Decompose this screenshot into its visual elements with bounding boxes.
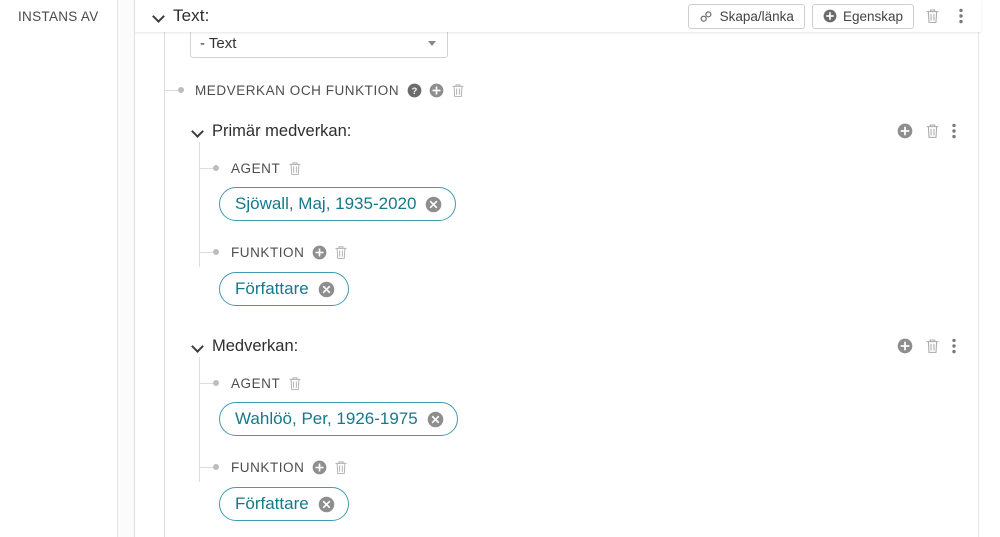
sidebar: INSTANS AV [0,0,118,537]
record-editor-panel: INSTANS AV Text: Skapa/länka Egenskap - … [0,0,1000,537]
chevron-down-icon[interactable] [192,341,203,352]
main-right-divider [978,0,979,537]
trash-icon[interactable] [288,376,302,391]
tree-branch-line [199,142,200,267]
field-label: AGENT [231,375,281,391]
property-button[interactable]: Egenskap [811,3,914,29]
help-circle-icon[interactable]: ? [407,83,422,98]
trash-icon[interactable] [925,123,940,139]
chip-label: Författare [235,279,309,298]
chip-label: Sjöwall, Maj, 1935-2020 [235,194,417,213]
link-icon [699,9,714,24]
trash-icon[interactable] [334,245,348,260]
chip-label: Författare [235,494,309,513]
plus-circle-icon[interactable] [429,83,444,98]
tree-stub [200,168,213,169]
section-header-medverkan[interactable]: Medverkan: [192,335,298,357]
field-agent-1: AGENT [231,373,302,393]
tree-node-dot [213,249,219,255]
field-icons [288,161,302,176]
kebab-menu-icon [959,8,963,24]
type-select-row: - Text [190,28,448,58]
trash-icon[interactable] [925,338,940,354]
create-link-button[interactable]: Skapa/länka [687,3,805,29]
tree-stub [200,252,213,253]
trash-icon[interactable] [288,161,302,176]
remove-circle-icon[interactable] [318,496,335,513]
field-label: FUNKTION [231,459,305,475]
svg-text:?: ? [412,85,418,95]
field-label: FUNKTION [231,244,305,260]
create-link-button-label: Skapa/länka [719,8,794,24]
chip-label: Wahlöö, Per, 1926-1975 [235,409,418,428]
remove-circle-icon[interactable] [318,281,335,298]
trash-icon[interactable] [451,83,465,98]
chip-funktion-1[interactable]: Författare [219,487,349,521]
plus-circle-icon[interactable] [897,338,913,354]
sidebar-label-instans-av: INSTANS AV [18,9,99,24]
panel-header-actions: Skapa/länka Egenskap [687,3,981,29]
field-icons [312,245,348,260]
panel-header: Text: Skapa/länka Egenskap [135,0,981,32]
tree-stub [200,383,213,384]
field-agent-0: AGENT [231,158,302,178]
main-panel: Text: Skapa/länka Egenskap - Text MEDVER… [135,0,1000,537]
type-select[interactable]: - Text [190,28,448,58]
panel-body: - Text MEDVERKAN OCH FUNKTION ? Primär m… [135,28,981,537]
trash-icon [925,8,940,24]
tree-node-dot [213,464,219,470]
chip-agent-0[interactable]: Sjöwall, Maj, 1935-2020 [219,187,457,221]
section-header-primar-medverkan[interactable]: Primär medverkan: [192,120,351,142]
field-funktion-1: FUNKTION [231,457,348,477]
tree-stub [165,90,178,91]
tree-node-dot [213,380,219,386]
plus-circle-icon [823,9,837,23]
chip-funktion-0[interactable]: Författare [219,272,349,306]
section-title: Medverkan: [212,336,299,355]
panel-header-title-group[interactable]: Text: [135,6,688,26]
plus-circle-icon[interactable] [897,123,913,139]
tree-branch-line [199,357,200,482]
tree-trunk-line [164,32,165,537]
page-title: Text: [173,6,210,25]
section-actions-primar-medverkan [897,120,956,142]
tree-node-medverkan-och-funktion: MEDVERKAN OCH FUNKTION ? [195,80,465,100]
tree-stub [200,467,213,468]
plus-circle-icon[interactable] [312,460,327,475]
tree-node-icons: ? [407,83,465,98]
type-select-value: - Text [200,34,237,52]
tree-node-dot [213,165,219,171]
remove-circle-icon[interactable] [425,196,442,213]
section-title: Primär medverkan: [212,121,352,140]
chip-agent-1[interactable]: Wahlöö, Per, 1926-1975 [219,402,458,436]
trash-icon[interactable] [334,460,348,475]
tree-node-label: MEDVERKAN OCH FUNKTION [195,82,400,98]
remove-circle-icon[interactable] [427,411,444,428]
panel-gutter [118,0,135,537]
field-icons [288,376,302,391]
kebab-menu-icon[interactable] [952,123,956,139]
delete-button[interactable] [921,4,943,28]
tree-node-dot [178,87,184,93]
chevron-down-icon[interactable] [192,126,203,137]
main-right-strip [979,0,1000,537]
field-icons [312,460,348,475]
section-actions-medverkan [897,335,956,357]
field-funktion-0: FUNKTION [231,242,348,262]
field-label: AGENT [231,160,281,176]
chevron-down-icon[interactable] [153,11,164,22]
caret-down-icon [428,40,436,46]
more-options-button[interactable] [950,4,972,28]
plus-circle-icon[interactable] [312,245,327,260]
kebab-menu-icon[interactable] [952,338,956,354]
property-button-label: Egenskap [842,8,903,24]
